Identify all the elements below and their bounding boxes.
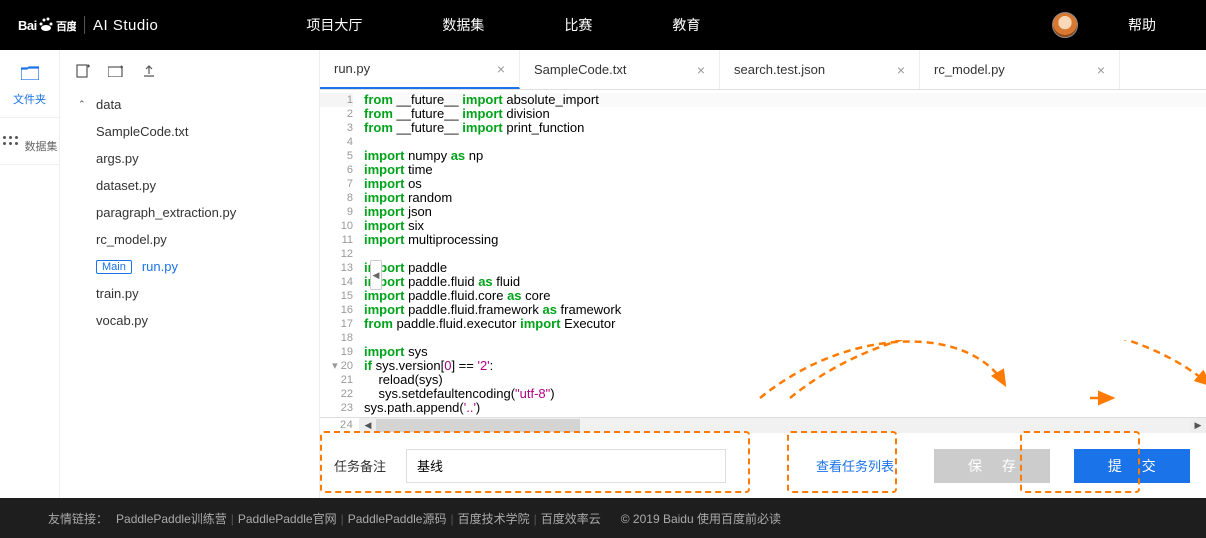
- file-item-SampleCode-txt[interactable]: SampleCode.txt: [66, 118, 313, 145]
- new-file-icon[interactable]: [76, 64, 90, 81]
- left-rail-files[interactable]: 文件夹: [0, 50, 59, 118]
- svg-text:百度: 百度: [56, 19, 76, 33]
- file-item-train-py[interactable]: train.py: [66, 280, 313, 307]
- footer-link[interactable]: PaddlePaddle训练营: [116, 512, 227, 526]
- panel-collapse-handle[interactable]: ◀: [370, 260, 382, 290]
- task-note-input[interactable]: [406, 449, 726, 483]
- file-label: dataset.py: [96, 178, 156, 193]
- left-rail-datasets-label: 数据集: [25, 141, 58, 153]
- tab-search-test-json[interactable]: search.test.json ×: [720, 50, 920, 89]
- editor-area: run.py×SampleCode.txt×search.test.json×r…: [320, 50, 1206, 498]
- code-editor[interactable]: 12345678910111213141516171819▾ 20212223 …: [320, 90, 1206, 417]
- code-lines[interactable]: from __future__ import absolute_importfr…: [360, 90, 1206, 417]
- new-folder-icon[interactable]: [108, 64, 124, 81]
- scroll-right-icon[interactable]: ▶: [1190, 418, 1206, 433]
- nav-education[interactable]: 教育: [672, 15, 700, 35]
- close-icon[interactable]: ×: [497, 61, 505, 77]
- file-label: paragraph_extraction.py: [96, 205, 236, 220]
- file-item-args-py[interactable]: args.py: [66, 145, 313, 172]
- files-panel: ⌃ data SampleCode.txt args.py dataset.py pa…: [60, 50, 320, 498]
- submit-button[interactable]: 提 交: [1074, 449, 1190, 483]
- main-area: 文件夹 数据集 ⌃ data SampleCode.txt args.py data…: [0, 50, 1206, 498]
- left-rail: 文件夹 数据集: [0, 50, 60, 498]
- grid-dots-icon: [1, 134, 21, 150]
- baidu-logo: Bai 百度: [18, 13, 76, 37]
- nav-help[interactable]: 帮助: [1128, 15, 1156, 35]
- task-note-label: 任务备注: [334, 456, 386, 475]
- nav-items: 项目大厅 数据集 比赛 教育: [306, 15, 700, 35]
- close-icon[interactable]: ×: [897, 62, 905, 78]
- footer-friend-label: 友情链接：: [48, 510, 108, 527]
- footer-copyright: © 2019 Baidu 使用百度前必读: [621, 510, 781, 527]
- editor-tabs: run.py×SampleCode.txt×search.test.json×r…: [320, 50, 1206, 90]
- ai-studio-logo: AI Studio: [93, 17, 158, 34]
- file-label: rc_model.py: [96, 232, 167, 247]
- tab-SampleCode-txt[interactable]: SampleCode.txt ×: [520, 50, 720, 89]
- footer-link[interactable]: 百度效率云: [541, 512, 601, 526]
- line-gutter: 12345678910111213141516171819▾ 20212223: [320, 90, 360, 417]
- footer-link[interactable]: 百度技术学院: [458, 512, 530, 526]
- avatar[interactable]: [1052, 12, 1078, 38]
- file-tree: ⌃ data SampleCode.txt args.py dataset.py pa…: [60, 91, 319, 334]
- left-rail-files-label: 文件夹: [13, 94, 46, 106]
- nav-competition[interactable]: 比赛: [564, 15, 592, 35]
- file-label: vocab.py: [96, 313, 148, 328]
- file-label: train.py: [96, 286, 139, 301]
- view-tasks-link[interactable]: 查看任务列表: [816, 456, 894, 475]
- file-item-rc_model-py[interactable]: rc_model.py: [66, 226, 313, 253]
- file-label: args.py: [96, 151, 139, 166]
- main-badge: Main: [96, 260, 132, 274]
- close-icon[interactable]: ×: [697, 62, 705, 78]
- submit-bar: 任务备注 查看任务列表 保 存 提 交: [320, 433, 1206, 498]
- chevron-down-icon: ⌃: [78, 99, 88, 110]
- scroll-thumb[interactable]: [376, 419, 580, 432]
- scroll-left-icon[interactable]: ◀: [360, 418, 376, 433]
- file-item-dataset-py[interactable]: dataset.py: [66, 172, 313, 199]
- footer-link[interactable]: PaddlePaddle源码: [348, 512, 447, 526]
- file-item-vocab-py[interactable]: vocab.py: [66, 307, 313, 334]
- tab-label: rc_model.py: [934, 62, 1005, 77]
- file-item-run-py[interactable]: Main run.py: [66, 253, 313, 280]
- file-item-paragraph_extraction-py[interactable]: paragraph_extraction.py: [66, 199, 313, 226]
- file-label: run.py: [142, 259, 178, 274]
- gutter-last-line: 24: [320, 418, 360, 433]
- nav-projects[interactable]: 项目大厅: [306, 15, 362, 35]
- folder-icon: [0, 66, 59, 85]
- top-nav: Bai 百度 AI Studio 项目大厅 数据集 比赛 教育 帮助: [0, 0, 1206, 50]
- folder-label: data: [96, 97, 121, 112]
- tab-rc_model-py[interactable]: rc_model.py ×: [920, 50, 1120, 89]
- upload-icon[interactable]: [142, 64, 156, 81]
- footer: 友情链接： PaddlePaddle训练营|PaddlePaddle官网|Pad…: [0, 498, 1206, 538]
- footer-link[interactable]: PaddlePaddle官网: [238, 512, 337, 526]
- tab-run-py[interactable]: run.py ×: [320, 50, 520, 89]
- file-label: SampleCode.txt: [96, 124, 189, 139]
- folder-data[interactable]: ⌃ data: [66, 91, 313, 118]
- nav-datasets[interactable]: 数据集: [442, 15, 484, 35]
- h-scrollbar[interactable]: 24 ◀ ▶: [320, 417, 1206, 433]
- nav-right: 帮助: [1052, 12, 1206, 38]
- logo-separator: [84, 16, 85, 34]
- close-icon[interactable]: ×: [1097, 62, 1105, 78]
- svg-text:Bai: Bai: [18, 18, 37, 33]
- scroll-track[interactable]: [376, 418, 1190, 433]
- save-button[interactable]: 保 存: [934, 449, 1050, 483]
- file-toolbar: [60, 58, 319, 91]
- left-rail-datasets[interactable]: 数据集: [0, 118, 59, 165]
- logo-area: Bai 百度 AI Studio: [0, 13, 176, 37]
- tab-label: search.test.json: [734, 62, 825, 77]
- tab-label: run.py: [334, 61, 370, 76]
- tab-label: SampleCode.txt: [534, 62, 627, 77]
